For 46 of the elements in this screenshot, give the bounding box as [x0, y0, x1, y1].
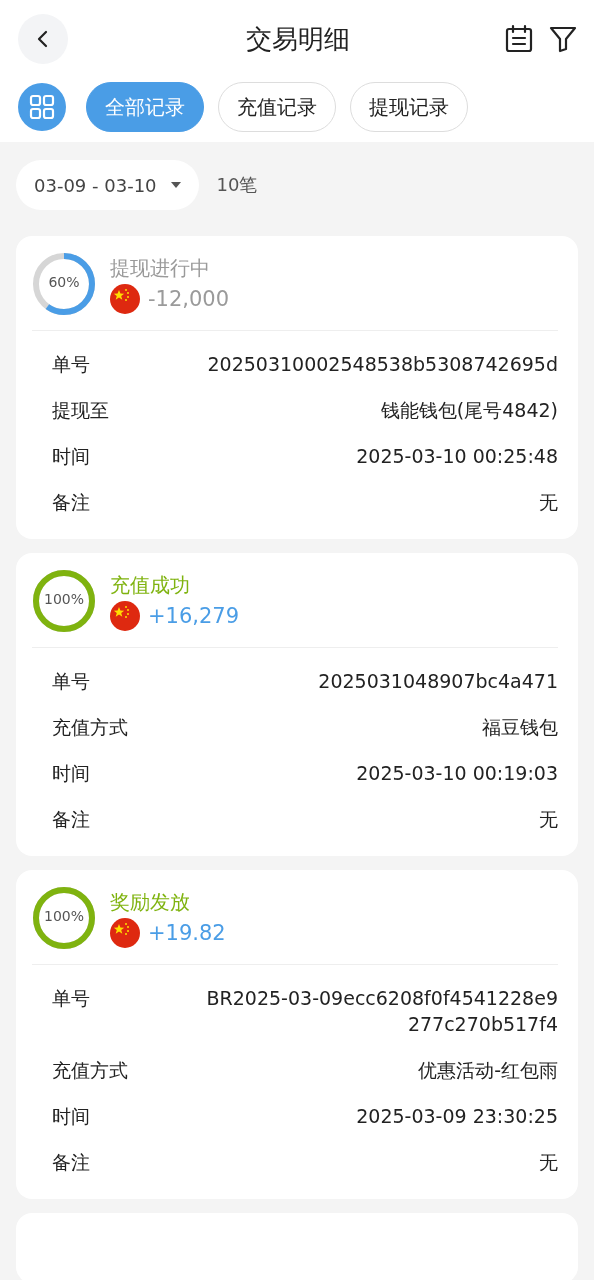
flag-icon [110, 917, 140, 948]
status-text: 奖励发放 [110, 888, 191, 916]
calendar-icon[interactable] [504, 24, 534, 54]
filter-tab[interactable]: 提现记录 [350, 82, 468, 132]
field-label: 充值方式 [52, 715, 128, 740]
filter-icon[interactable] [548, 24, 578, 54]
date-range-dropdown[interactable]: 03-09 - 03-10 [16, 160, 199, 210]
field-value: 钱能钱包(尾号4842) [380, 398, 558, 423]
progress-percent: 60% [47, 274, 81, 290]
grid-icon [29, 94, 55, 120]
flag-icon [110, 283, 140, 314]
grid-button[interactable] [18, 83, 66, 131]
field-value: 20250310002548538b5308742695d [207, 352, 558, 377]
field-value: 无 [539, 490, 558, 515]
page-title: 交易明细 [245, 22, 351, 56]
field-value: 无 [539, 807, 558, 832]
field-label: 时间 [52, 761, 90, 786]
field-value: 2025-03-10 00:19:03 [356, 761, 558, 786]
amount-text: +19.82 [148, 920, 226, 945]
field-value: 2025-03-09 23:30:25 [356, 1104, 558, 1129]
status-text: 充值成功 [110, 571, 191, 599]
field-label: 单号 [52, 669, 90, 694]
field-label: 单号 [52, 352, 90, 377]
caret-icon [170, 182, 181, 188]
field-label: 单号 [52, 986, 90, 1011]
field-value: 优惠活动-红包雨 [418, 1058, 558, 1083]
field-label: 备注 [52, 807, 90, 832]
flag-icon [110, 600, 140, 631]
field-value: 2025031048907bc4a471 [318, 669, 558, 694]
field-value: BR2025-03-09ecc6208f0f4541228e9277c270b517f4 [205, 986, 558, 1037]
amount-text: +16,279 [148, 603, 240, 628]
amount-text: -12,000 [148, 286, 230, 311]
field-label: 时间 [52, 444, 90, 469]
field-label: 时间 [52, 1104, 90, 1129]
field-value: 2025-03-10 00:25:48 [356, 444, 558, 469]
field-label: 提现至 [52, 398, 109, 423]
record-count: 10笔 [216, 173, 258, 197]
field-label: 备注 [52, 490, 90, 515]
status-text: 提现进行中 [110, 254, 211, 282]
filter-tab[interactable]: 充值记录 [218, 82, 336, 132]
field-value: 福豆钱包 [482, 715, 558, 740]
field-label: 充值方式 [52, 1058, 128, 1083]
progress-percent: 100% [43, 908, 85, 924]
field-value: 无 [539, 1150, 558, 1175]
progress-percent: 100% [43, 591, 85, 607]
field-label: 备注 [52, 1150, 90, 1175]
